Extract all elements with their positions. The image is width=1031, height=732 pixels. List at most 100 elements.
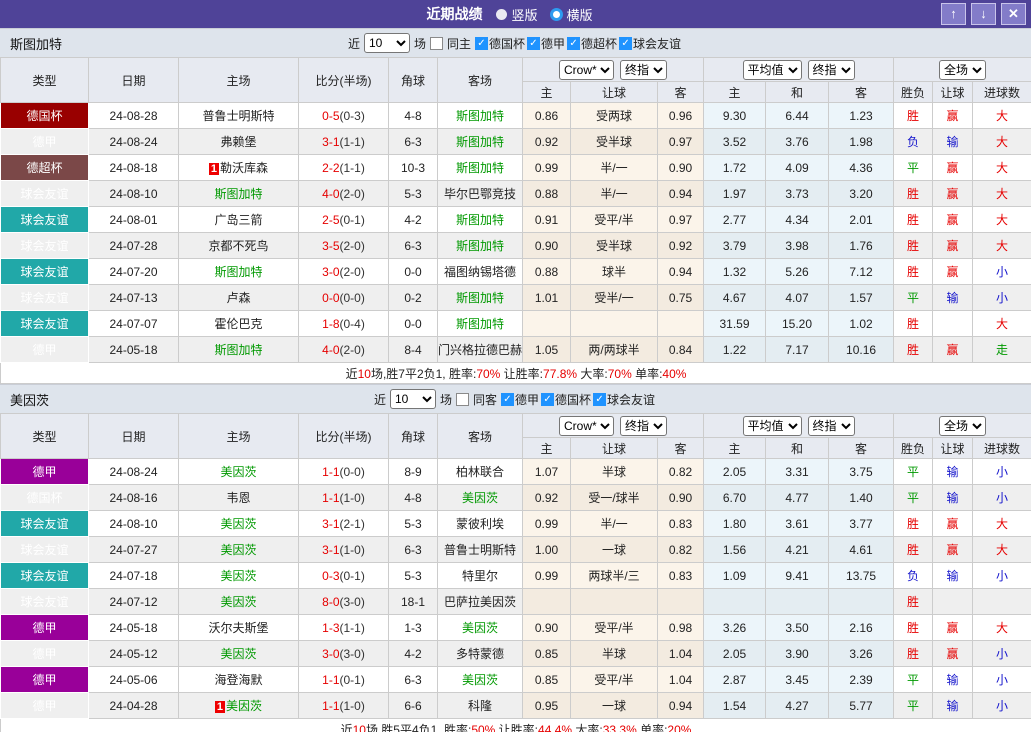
cell-avg-draw: 7.17	[766, 337, 829, 363]
league-checkbox[interactable]: ✓	[475, 37, 488, 50]
results-table: 类型 日期 主场 比分(半场) 角球 客场 Crow*终指 平均值终指 全场 主…	[0, 413, 1031, 732]
league-checkbox[interactable]: ✓	[501, 393, 514, 406]
league-checkbox[interactable]: ✓	[593, 393, 606, 406]
match-row: 德国杯24-08-16韦恩1-1(1-0)4-8美因茨0.92受一/球半0.90…	[1, 485, 1031, 511]
league-filter-list: ✓德国杯✓德甲✓德超杯✓球会友谊	[475, 35, 683, 52]
full-match-select[interactable]: 全场	[939, 60, 986, 80]
home-team-name: 美因茨	[220, 595, 256, 609]
league-checkbox[interactable]: ✓	[619, 37, 632, 50]
home-team-name: 沃尔夫斯堡	[208, 621, 268, 635]
move-down-button[interactable]: ↓	[971, 3, 996, 25]
crow-company-select[interactable]: Crow*	[559, 60, 614, 80]
cell-odds-handicap: 受平/半	[571, 615, 658, 641]
cell-home: 普鲁士明斯特	[179, 103, 299, 129]
summary-part: 让胜率:	[500, 367, 543, 381]
cell-result-handicap: 赢	[933, 641, 973, 667]
cell-result-handicap	[933, 589, 973, 615]
full-time-score: 3-1	[322, 543, 339, 557]
cell-avg-away: 7.12	[829, 259, 894, 285]
cell-odds-away: 0.97	[658, 129, 704, 155]
final-odds-select-2[interactable]: 终指	[808, 60, 855, 80]
league-checkbox[interactable]: ✓	[527, 37, 540, 50]
average-select[interactable]: 平均值	[743, 416, 802, 436]
cell-result-wdl: 胜	[894, 259, 933, 285]
cell-result-wdl: 平	[894, 667, 933, 693]
cell-avg-draw: 4.27	[766, 693, 829, 719]
cell-corner: 6-6	[389, 693, 438, 719]
full-time-score: 4-0	[322, 187, 339, 201]
cell-corner: 6-3	[389, 667, 438, 693]
cell-type: 球会友谊	[1, 207, 89, 233]
cell-odds-handicap: 受半球	[571, 233, 658, 259]
games-count-select[interactable]: 10	[364, 33, 410, 53]
cell-away: 多特蒙德	[438, 641, 523, 667]
final-odds-select-2[interactable]: 终指	[808, 416, 855, 436]
cell-date: 24-04-28	[89, 693, 179, 719]
summary-part: 10	[358, 367, 371, 381]
cell-home: 沃尔夫斯堡	[179, 615, 299, 641]
away-team-name: 门兴格拉德巴赫	[438, 343, 522, 357]
vertical-layout-radio[interactable]	[496, 9, 507, 20]
away-team-name: 普鲁士明斯特	[444, 543, 516, 557]
close-button[interactable]: ✕	[1001, 3, 1026, 25]
away-team-name: 巴萨拉美因茨	[444, 595, 516, 609]
cell-result-goals: 小	[973, 259, 1031, 285]
cell-avg-away: 1.23	[829, 103, 894, 129]
cell-odds-home: 0.95	[523, 693, 571, 719]
crow-company-select[interactable]: Crow*	[559, 416, 614, 436]
cell-away: 特里尔	[438, 563, 523, 589]
half-time-score: (1-0)	[340, 699, 365, 713]
cell-result-wdl: 胜	[894, 181, 933, 207]
full-match-select[interactable]: 全场	[939, 416, 986, 436]
cell-away: 斯图加特	[438, 233, 523, 259]
cell-score: 0-5(0-3)	[299, 103, 389, 129]
cell-odds-handicap: 受平/半	[571, 667, 658, 693]
league-filter-item: ✓德国杯	[475, 35, 525, 52]
league-checkbox[interactable]: ✓	[541, 393, 554, 406]
same-side-checkbox[interactable]	[456, 393, 469, 406]
cell-result-goals: 大	[973, 233, 1031, 259]
cell-result-handicap: 赢	[933, 537, 973, 563]
cell-avg-away: 3.77	[829, 511, 894, 537]
cell-result-goals: 小	[973, 485, 1031, 511]
cell-away: 美因茨	[438, 615, 523, 641]
cell-result-goals: 大	[973, 103, 1031, 129]
games-count-select[interactable]: 10	[390, 389, 436, 409]
col-result-wdl: 胜负	[894, 82, 933, 103]
cell-odds-handicap: 受两球	[571, 103, 658, 129]
col-result-goals: 进球数	[973, 82, 1031, 103]
vertical-layout-label[interactable]: 竖版	[511, 5, 537, 24]
full-match-group: 全场	[894, 58, 1031, 82]
move-up-button[interactable]: ↑	[941, 3, 966, 25]
cell-avg-away: 3.20	[829, 181, 894, 207]
league-checkbox[interactable]: ✓	[567, 37, 580, 50]
cell-avg-away: 13.75	[829, 563, 894, 589]
summary-part: 单率:	[632, 367, 663, 381]
cell-result-handicap: 输	[933, 563, 973, 589]
cell-score: 8-0(3-0)	[299, 589, 389, 615]
final-odds-select[interactable]: 终指	[620, 60, 667, 80]
cell-home: 广岛三箭	[179, 207, 299, 233]
col-result-wdl: 胜负	[894, 438, 933, 459]
away-team-name: 福图纳锡塔德	[444, 265, 516, 279]
cell-result-handicap: 输	[933, 285, 973, 311]
cell-avg-home: 2.87	[704, 667, 766, 693]
full-time-score: 1-1	[322, 465, 339, 479]
horizontal-layout-label[interactable]: 横版	[567, 5, 593, 24]
cell-type: 球会友谊	[1, 259, 89, 285]
cell-away: 斯图加特	[438, 311, 523, 337]
average-select[interactable]: 平均值	[743, 60, 802, 80]
same-side-checkbox[interactable]	[430, 37, 443, 50]
horizontal-layout-radio[interactable]	[550, 8, 563, 21]
cell-type: 德甲	[1, 641, 89, 667]
cell-odds-handicap: 两/两球半	[571, 337, 658, 363]
cell-type: 德超杯	[1, 155, 89, 181]
final-odds-select[interactable]: 终指	[620, 416, 667, 436]
half-time-score: (0-1)	[340, 569, 365, 583]
cell-result-wdl: 平	[894, 155, 933, 181]
cell-result-goals: 小	[973, 459, 1031, 485]
match-row: 球会友谊24-08-10美因茨3-1(2-1)5-3蒙彼利埃0.99半/一0.8…	[1, 511, 1031, 537]
cell-score: 1-1(0-1)	[299, 667, 389, 693]
league-label: 德甲	[541, 35, 565, 52]
cell-avg-draw: 3.50	[766, 615, 829, 641]
